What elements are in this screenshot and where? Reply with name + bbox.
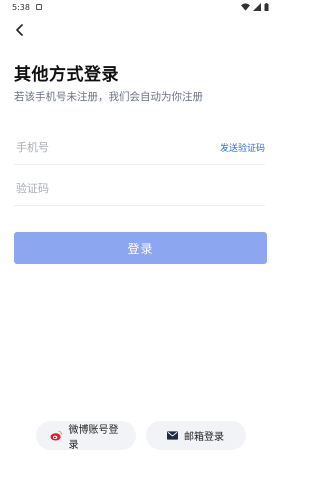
send-code-button[interactable]: 发送验证码 [220,141,265,154]
mail-login-button[interactable]: 邮箱登录 [145,421,246,450]
page-subtitle: 若该手机号未注册，我们会自动为你注册 [14,91,203,103]
mail-login-label: 邮箱登录 [184,432,224,443]
battery-icon [264,3,269,11]
code-input[interactable] [14,182,265,195]
notification-icon [35,4,42,10]
code-field [14,172,265,206]
wifi-icon [241,3,250,11]
mail-icon [167,431,178,440]
alt-login-row: 微博账号登录 邮箱登录 [0,421,281,451]
login-button[interactable]: 登录 [14,232,267,264]
weibo-login-label: 微博账号登录 [68,424,119,451]
weibo-login-button[interactable]: 微博账号登录 [35,421,136,451]
weibo-icon [50,430,63,441]
status-icons [241,3,269,11]
page-title: 其他方式登录 [14,65,119,85]
phone-input[interactable] [14,141,220,154]
back-button[interactable] [10,20,30,40]
phone-field: 发送验证码 [14,131,265,165]
status-time: 5:38 [12,2,30,12]
status-bar: 5:38 [0,0,281,14]
chevron-left-icon [16,24,23,36]
signal-icon [253,3,261,11]
